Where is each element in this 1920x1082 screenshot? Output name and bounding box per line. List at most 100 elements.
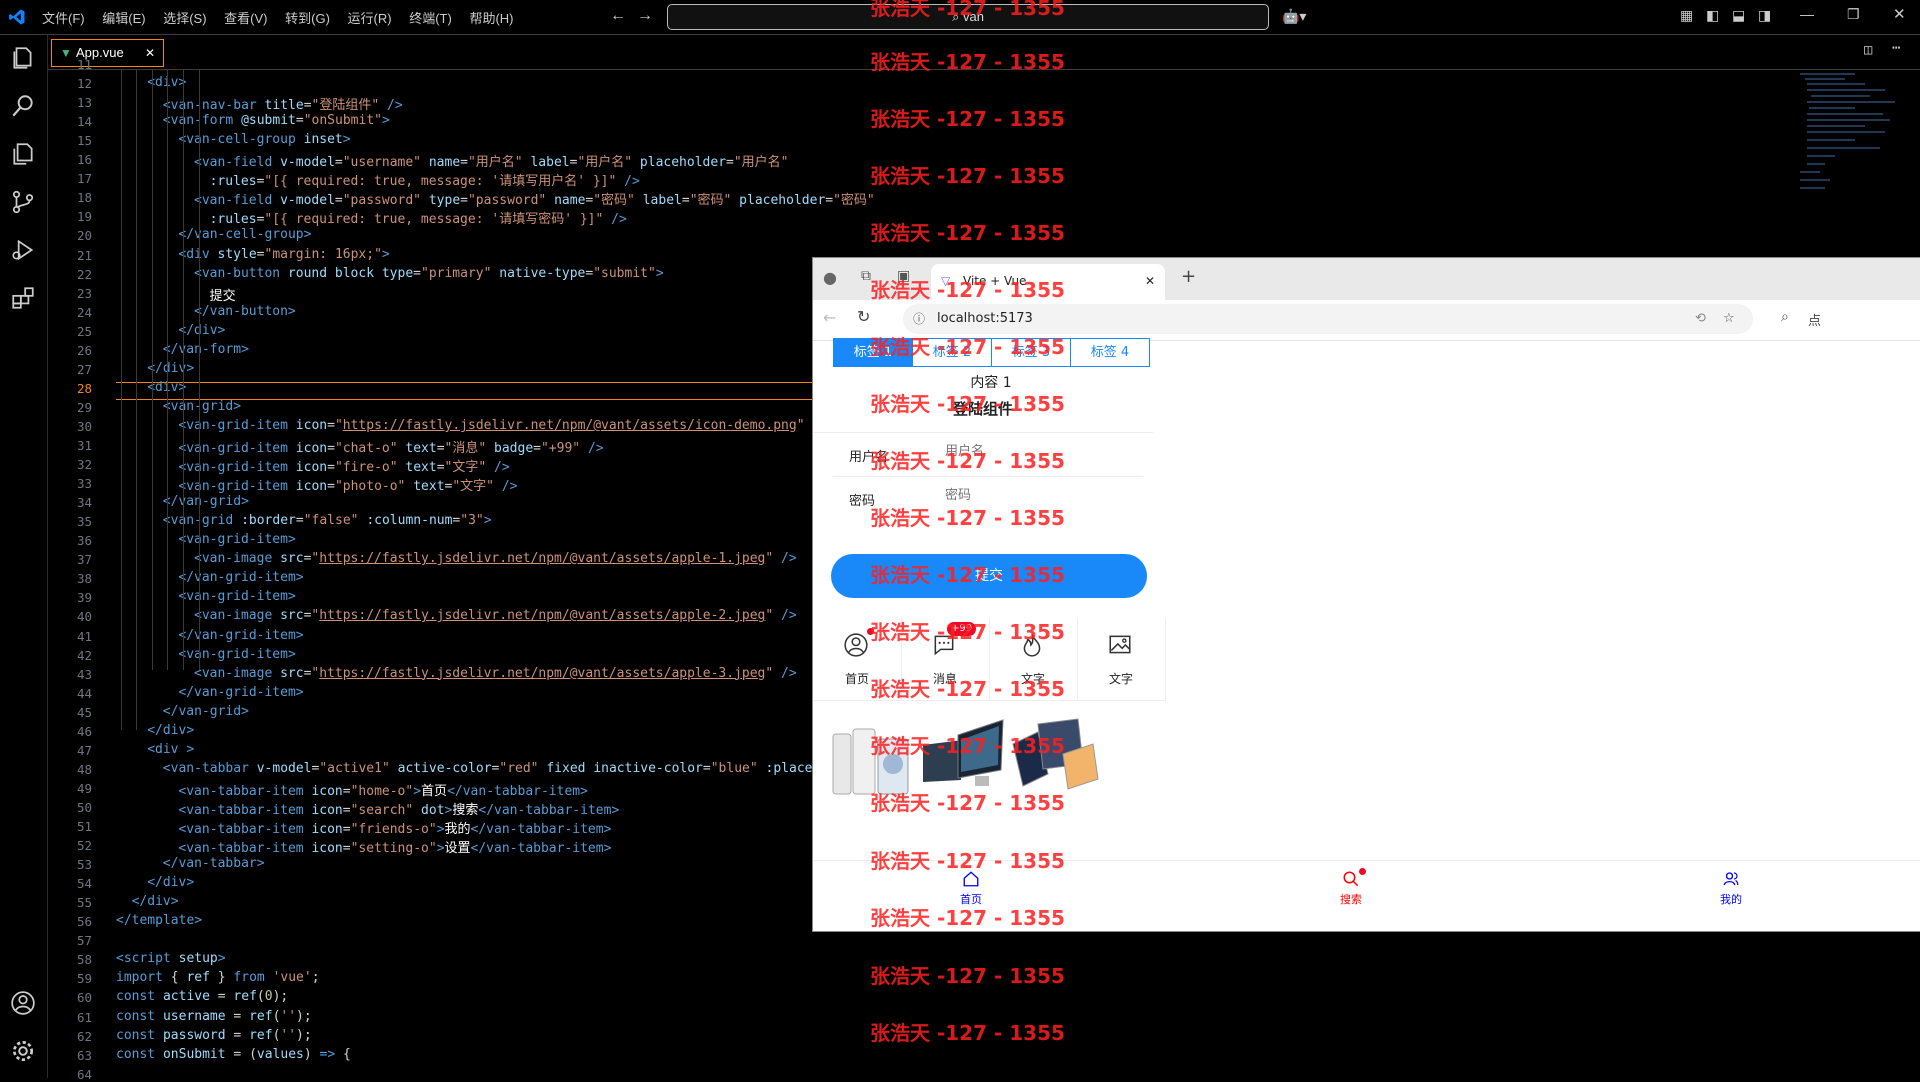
menu-help[interactable]: 帮助(H) <box>469 11 513 26</box>
code-line[interactable]: <van-form @submit="onSubmit"> <box>163 113 390 128</box>
minimize-icon[interactable]: — <box>1800 6 1814 22</box>
code-line[interactable]: const username = ref(''); <box>116 1009 312 1024</box>
code-line[interactable]: </template> <box>116 913 202 928</box>
code-line[interactable]: <van-button round block type="primary" n… <box>194 266 664 281</box>
code-line[interactable]: <van-image src="https://fastly.jsdelivr.… <box>194 608 797 623</box>
code-line[interactable]: </div> <box>132 894 179 909</box>
code-line[interactable]: <van-grid-item> <box>178 589 295 604</box>
layout-customize-icon[interactable]: ▦ <box>1680 7 1693 24</box>
code-line[interactable]: <van-grid-item> <box>178 532 295 547</box>
menu-go[interactable]: 转到(G) <box>285 11 330 26</box>
code-line[interactable]: <div style="margin: 16px;"> <box>178 247 389 262</box>
reload-icon[interactable]: ↻ <box>857 307 870 326</box>
favorite-star-icon[interactable]: ☆ <box>1723 304 1735 334</box>
back-arrow-icon[interactable]: ← <box>610 7 626 25</box>
explorer-icon[interactable] <box>10 45 36 71</box>
code-line[interactable]: <script setup> <box>116 951 226 966</box>
code-line[interactable]: </van-button> <box>194 304 296 319</box>
code-line[interactable]: </van-grid-item> <box>178 628 303 643</box>
watermark-text: 张浩天 -127 - 1355 <box>870 449 1065 473</box>
code-line[interactable]: </van-grid-item> <box>178 685 303 700</box>
menu-selection[interactable]: 选择(S) <box>163 11 206 26</box>
search-icon[interactable] <box>10 93 36 119</box>
tabbar-item-search[interactable]: 搜索 <box>1311 868 1391 907</box>
code-line[interactable]: :rules="[{ required: true, message: '请填写… <box>210 208 627 227</box>
code-line[interactable]: const onSubmit = (values) => { <box>116 1047 351 1062</box>
new-tab-icon[interactable]: + <box>1181 266 1196 287</box>
minimap[interactable] <box>1795 70 1905 210</box>
code-line[interactable]: </van-grid> <box>163 494 249 509</box>
code-line[interactable]: </div> <box>147 723 194 738</box>
line-number: 60 <box>76 990 92 1006</box>
code-line[interactable]: </van-grid> <box>163 704 249 719</box>
tab-4[interactable]: 标签 4 <box>1070 338 1150 367</box>
code-line[interactable]: </div> <box>178 323 225 338</box>
menu-file[interactable]: 文件(F) <box>42 11 85 26</box>
search-icon[interactable]: ⌕ <box>1781 309 1789 325</box>
code-line[interactable]: 提交 <box>210 285 236 304</box>
copilot-icon[interactable]: 🤖▾ <box>1282 8 1306 25</box>
code-line[interactable]: <van-image src="https://fastly.jsdelivr.… <box>194 666 797 681</box>
menu-edit[interactable]: 编辑(E) <box>102 11 145 26</box>
code-line[interactable]: <van-tabbar v-model="active1" active-col… <box>163 761 828 776</box>
close-window-icon[interactable]: ✕ <box>1893 5 1906 23</box>
code-line[interactable]: <van-field v-model="password" type="pass… <box>194 189 875 208</box>
code-line[interactable]: </div> <box>147 361 194 376</box>
menu-terminal[interactable]: 终端(T) <box>409 11 452 26</box>
code-line[interactable]: <div > <box>147 742 194 757</box>
close-tab-icon[interactable]: ✕ <box>1145 264 1155 298</box>
code-line[interactable]: <van-grid-item icon="photo-o" text="文字" … <box>178 475 517 494</box>
line-number: 19 <box>76 209 92 225</box>
code-line[interactable]: :rules="[{ required: true, message: '请填写… <box>210 170 640 189</box>
password-input[interactable] <box>943 486 1127 503</box>
profile-icon[interactable]: ● <box>823 268 837 287</box>
indent-guide <box>151 70 153 670</box>
code-line[interactable]: </div> <box>147 875 194 890</box>
run-debug-icon[interactable] <box>10 237 36 263</box>
code-line[interactable]: <van-image src="https://fastly.jsdelivr.… <box>194 551 797 566</box>
split-editor-icon[interactable]: ◫ <box>1864 42 1872 58</box>
code-line[interactable]: </van-tabbar> <box>163 856 265 871</box>
code-line[interactable]: </van-form> <box>163 342 249 357</box>
restore-icon[interactable]: ❐ <box>1847 6 1860 23</box>
code-line[interactable]: <van-grid-item icon="chat-o" text="消息" b… <box>178 437 603 456</box>
code-line[interactable]: <van-tabbar-item icon="setting-o">设置</va… <box>178 837 611 856</box>
code-line[interactable]: <van-grid-item icon="fire-o" text="文字" /… <box>178 456 509 475</box>
more-actions-icon[interactable]: ⋯ <box>1892 40 1900 56</box>
toggle-sidebar-icon[interactable]: ◧ <box>1706 7 1719 24</box>
account-icon[interactable] <box>10 990 36 1016</box>
code-line[interactable]: <van-field v-model="username" name="用户名"… <box>194 151 789 170</box>
address-bar[interactable]: ⓘ localhost:5173 ⟲ ☆ <box>903 304 1753 334</box>
code-line[interactable]: <van-grid-item> <box>178 647 295 662</box>
code-line[interactable]: import { ref } from 'vue'; <box>116 970 320 985</box>
code-line[interactable]: <van-grid :border="false" :column-num="3… <box>163 513 492 528</box>
toggle-secondary-sidebar-icon[interactable]: ◨ <box>1758 7 1771 24</box>
code-line[interactable]: <van-tabbar-item icon="home-o">首页</van-t… <box>178 780 588 799</box>
forward-arrow-icon[interactable]: → <box>637 7 653 25</box>
code-line[interactable]: </van-grid-item> <box>178 570 303 585</box>
copy-files-icon[interactable] <box>10 141 36 167</box>
close-tab-icon[interactable]: ✕ <box>145 40 155 66</box>
line-number: 25 <box>76 323 92 339</box>
back-icon[interactable]: ← <box>823 308 836 327</box>
line-number: 28 <box>76 380 92 396</box>
code-line[interactable]: <van-grid> <box>163 399 241 414</box>
toggle-panel-icon[interactable]: ⬓ <box>1732 7 1745 24</box>
line-number: 29 <box>76 399 92 415</box>
line-number: 49 <box>76 780 92 796</box>
code-line[interactable]: <van-grid-item icon="https://fastly.jsde… <box>178 418 828 433</box>
code-line[interactable]: <van-tabbar-item icon="search" dot>搜索</v… <box>178 799 619 818</box>
menu-view[interactable]: 查看(V) <box>224 11 267 26</box>
code-line[interactable]: <van-tabbar-item icon="friends-o">我的</va… <box>178 818 611 837</box>
tabbar-item-friends[interactable]: 我的 <box>1691 870 1771 907</box>
code-line[interactable]: const active = ref(0); <box>116 989 288 1004</box>
gear-icon[interactable] <box>10 1038 36 1064</box>
grid-item-photo[interactable]: 文字 <box>1077 618 1166 701</box>
translate-icon[interactable]: ⟲ <box>1695 304 1706 334</box>
code-line[interactable]: <van-cell-group inset> <box>178 132 350 147</box>
source-control-icon[interactable] <box>10 189 36 215</box>
line-number: 40 <box>76 609 92 625</box>
code-line[interactable]: const password = ref(''); <box>116 1028 312 1043</box>
extensions-icon[interactable] <box>10 285 36 311</box>
menu-run[interactable]: 运行(R) <box>348 11 392 26</box>
